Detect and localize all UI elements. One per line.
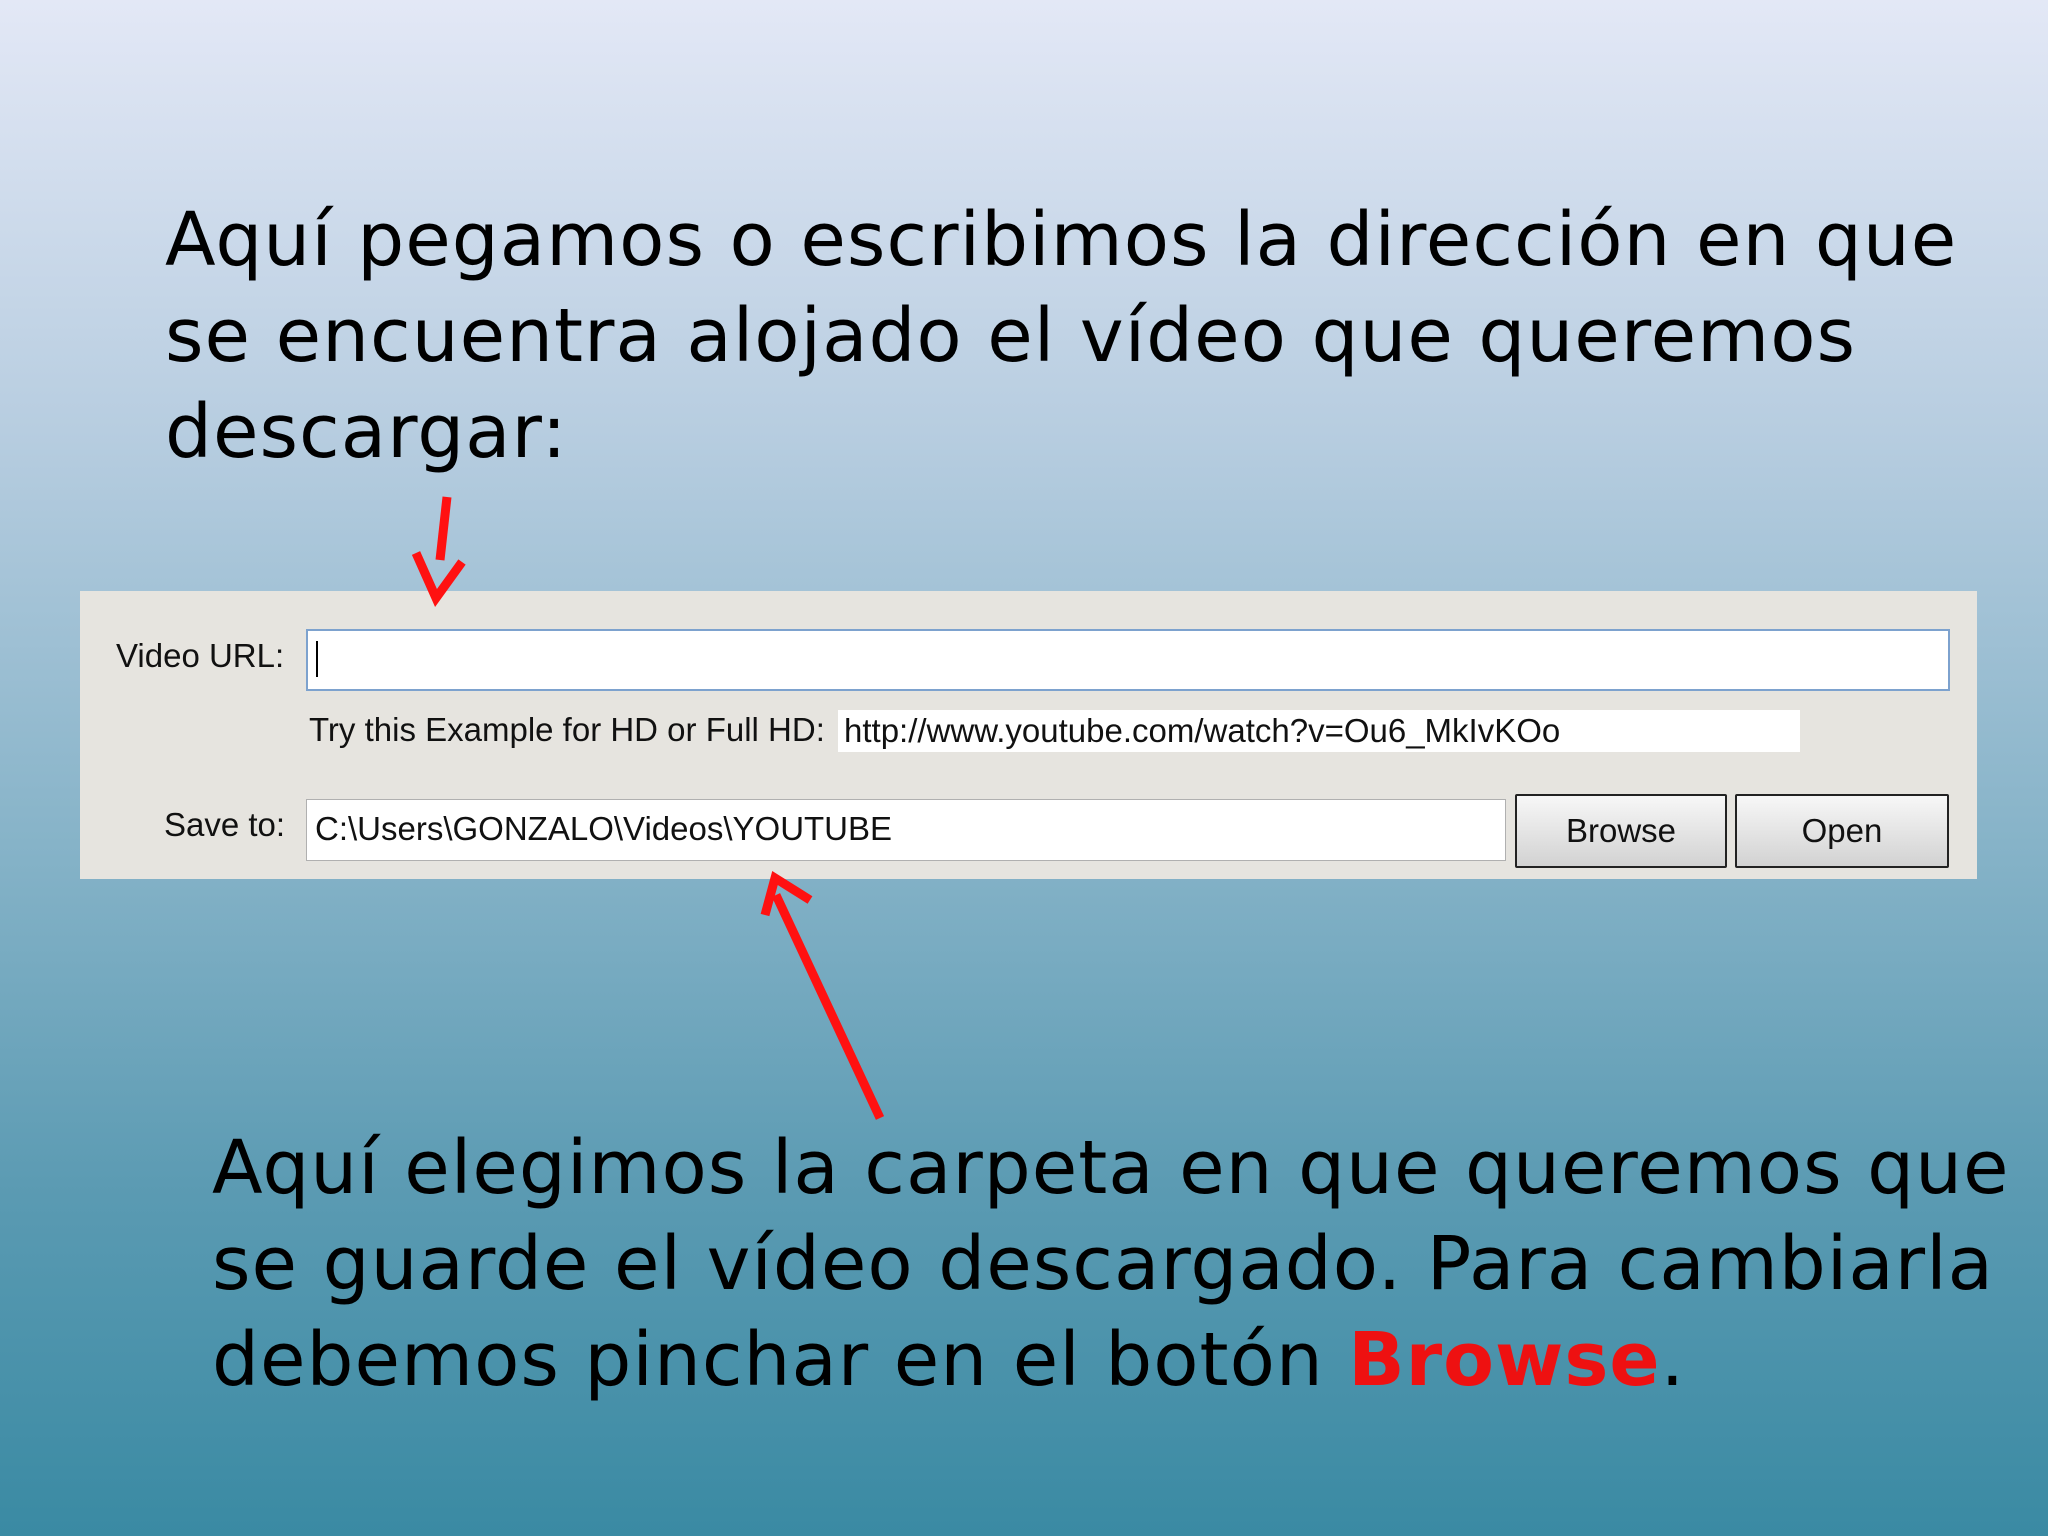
- text-caret: [316, 641, 318, 677]
- browse-highlight-text: Browse: [1348, 1317, 1661, 1403]
- up-arrow-icon: [760, 870, 885, 1120]
- download-form-panel: Video URL: Try this Example for HD or Fu…: [80, 591, 1977, 879]
- video-url-input[interactable]: [306, 629, 1950, 691]
- top-annotation-text: Aquí pegamos o escribimos la dirección e…: [165, 197, 1958, 475]
- bottom-text-main: Aquí elegimos la carpeta en que queremos…: [212, 1125, 2010, 1403]
- example-url-field[interactable]: http://www.youtube.com/watch?v=Ou6_MkIvK…: [838, 710, 1800, 752]
- down-arrow-icon: [411, 496, 466, 607]
- browse-button[interactable]: Browse: [1515, 794, 1727, 868]
- video-url-label: Video URL:: [116, 637, 285, 674]
- bottom-annotation-text: Aquí elegimos la carpeta en que queremos…: [212, 1120, 2012, 1408]
- open-button[interactable]: Open: [1735, 794, 1949, 868]
- bottom-text-end: .: [1660, 1317, 1686, 1403]
- save-to-input[interactable]: C:\Users\GONZALO\Videos\YOUTUBE: [306, 799, 1506, 861]
- example-label: Try this Example for HD or Full HD:: [309, 711, 825, 748]
- save-to-label: Save to:: [164, 806, 286, 843]
